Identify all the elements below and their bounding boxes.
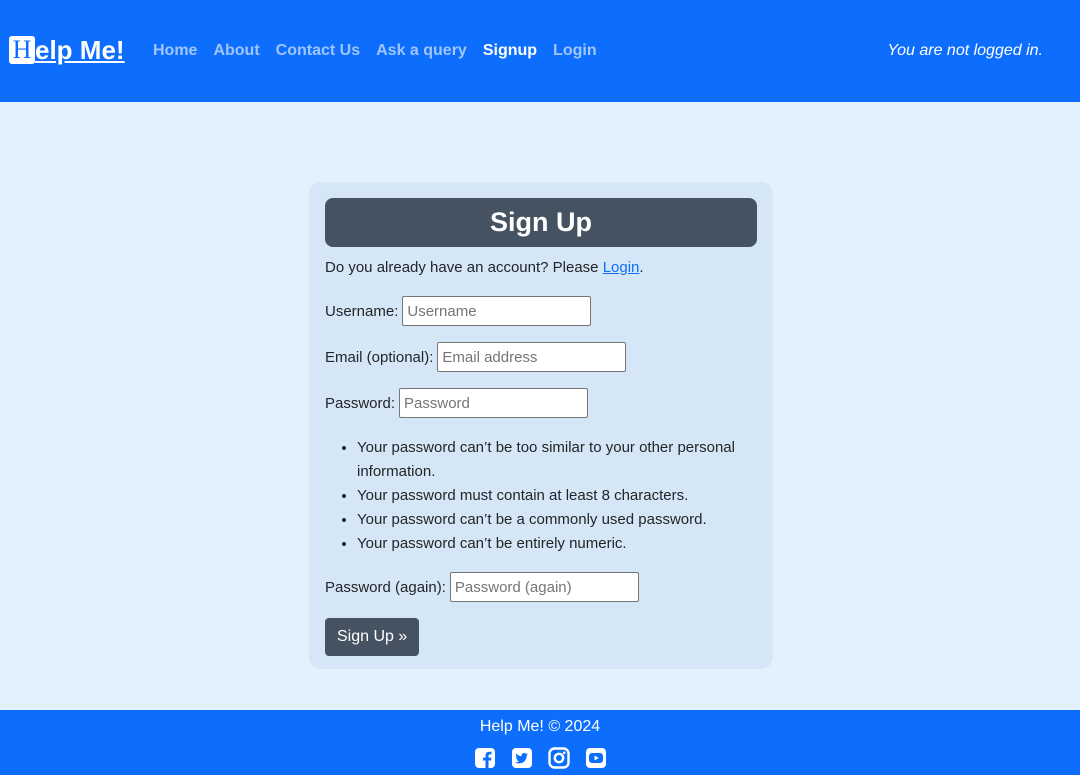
- footer: Help Me! © 2024: [0, 710, 1080, 775]
- username-input[interactable]: [402, 296, 592, 326]
- nav-signup[interactable]: Signup: [475, 42, 545, 59]
- nav-contact-us[interactable]: Contact Us: [268, 42, 368, 59]
- login-status: You are not logged in.: [887, 42, 1043, 59]
- youtube-icon[interactable]: [585, 747, 607, 769]
- nav-links: Home About Contact Us Ask a query Signup…: [145, 40, 605, 60]
- password-again-row: Password (again):: [325, 572, 757, 602]
- username-row: Username:: [325, 296, 757, 326]
- password-help-list: Your password can’t be too similar to yo…: [325, 436, 757, 556]
- brand-text: elp Me!: [35, 35, 125, 65]
- email-input[interactable]: [437, 342, 627, 372]
- nav-home[interactable]: Home: [145, 42, 205, 59]
- navbar: H elp Me! Home About Contact Us Ask a qu…: [0, 0, 1080, 102]
- signup-submit-button[interactable]: Sign Up »: [325, 618, 420, 656]
- social-links: [0, 747, 1080, 769]
- brand-link[interactable]: H elp Me!: [9, 36, 125, 64]
- brand-logo-icon: H: [9, 36, 35, 64]
- nav-login[interactable]: Login: [545, 42, 605, 59]
- facebook-icon[interactable]: [474, 747, 496, 769]
- instagram-icon[interactable]: [547, 747, 570, 769]
- nav-about[interactable]: About: [205, 42, 267, 59]
- password-help-item: Your password can’t be entirely numeric.: [357, 532, 757, 556]
- password-again-input[interactable]: [449, 572, 639, 602]
- login-link[interactable]: Login: [603, 259, 640, 276]
- username-label: Username:: [325, 302, 399, 320]
- password-help-item: Your password can’t be a commonly used p…: [357, 508, 757, 532]
- password-help-item: Your password must contain at least 8 ch…: [357, 484, 757, 508]
- twitter-icon[interactable]: [511, 747, 533, 769]
- password-label: Password:: [325, 394, 396, 412]
- password-help-item: Your password can’t be too similar to yo…: [357, 436, 757, 484]
- email-label: Email (optional):: [325, 348, 434, 366]
- password-input[interactable]: [399, 388, 589, 418]
- nav-ask-a-query[interactable]: Ask a query: [368, 42, 475, 59]
- email-row: Email (optional):: [325, 342, 757, 372]
- page-title: Sign Up: [325, 198, 757, 247]
- password-again-label: Password (again):: [325, 578, 446, 596]
- password-row: Password:: [325, 388, 757, 418]
- footer-copyright: Help Me! © 2024: [479, 718, 601, 735]
- login-prompt-suffix: .: [639, 259, 644, 276]
- login-prompt: Do you already have an account? Please L…: [325, 257, 757, 279]
- signup-card: Sign Up Do you already have an account? …: [309, 182, 773, 669]
- login-prompt-text: Do you already have an account? Please: [325, 259, 603, 276]
